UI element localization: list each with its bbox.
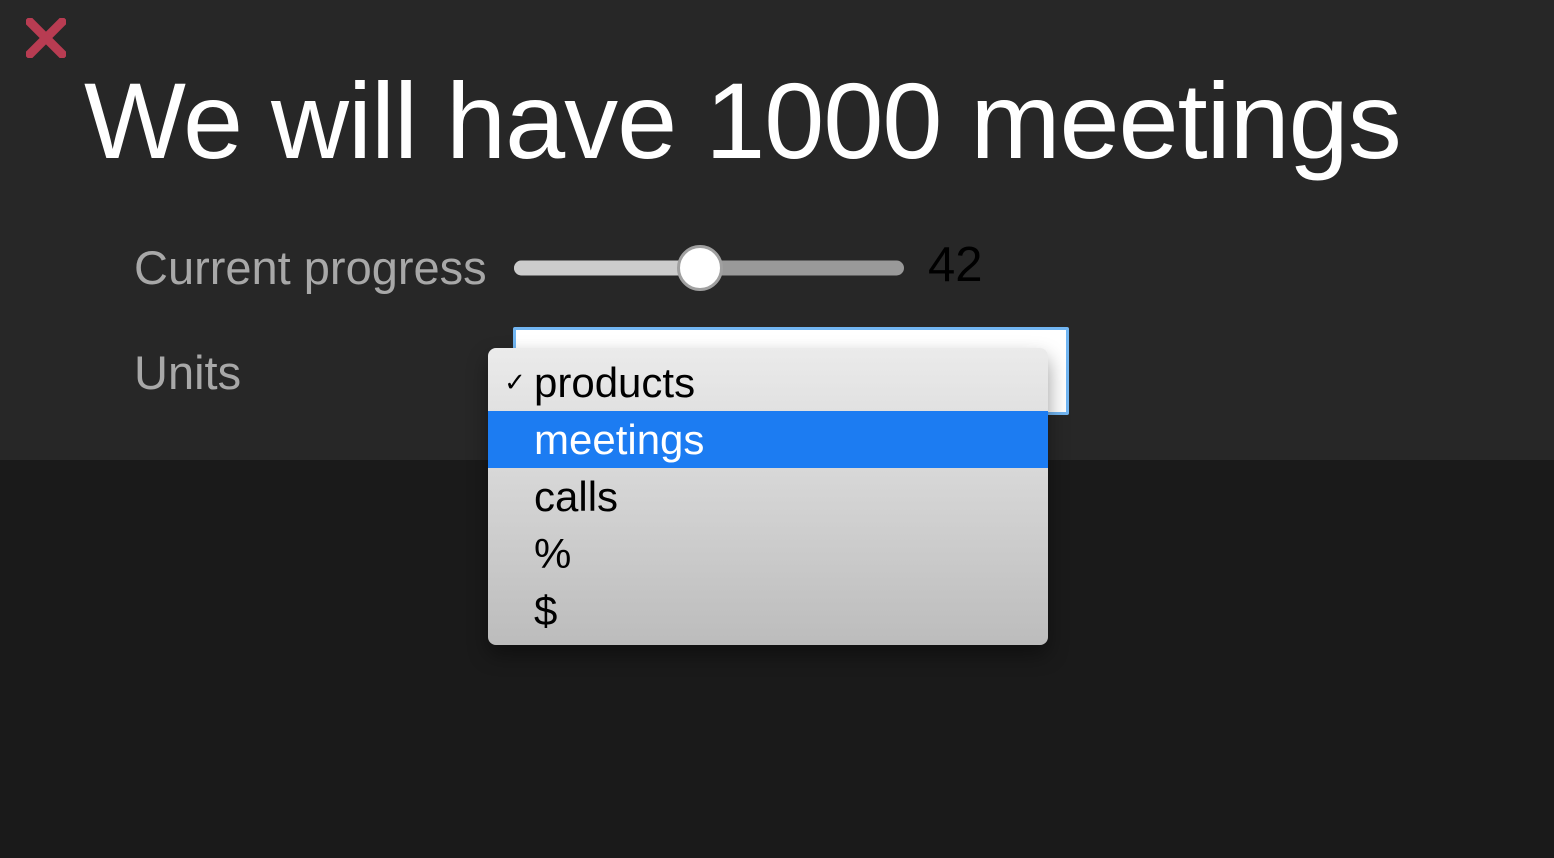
- dropdown-option-products[interactable]: ✓ products: [488, 354, 1048, 411]
- units-dropdown[interactable]: ✓ products meetings calls % $: [488, 348, 1048, 645]
- page-title: We will have 1000 meetings: [84, 58, 1401, 183]
- slider-thumb[interactable]: [677, 245, 723, 291]
- units-label: Units: [134, 345, 514, 400]
- units-row: Units: [134, 345, 514, 400]
- dropdown-option-label: products: [534, 359, 695, 406]
- dropdown-option-meetings[interactable]: meetings: [488, 411, 1048, 468]
- progress-slider[interactable]: [514, 243, 904, 293]
- close-icon[interactable]: [26, 18, 66, 58]
- progress-label: Current progress: [134, 240, 514, 295]
- progress-value: 42: [928, 240, 983, 290]
- dropdown-option-label: %: [534, 530, 571, 577]
- dropdown-option-label: meetings: [534, 416, 704, 463]
- dropdown-option-label: $: [534, 587, 557, 634]
- dropdown-option-label: calls: [534, 473, 618, 520]
- check-icon: ✓: [500, 354, 530, 411]
- dropdown-option-percent[interactable]: %: [488, 525, 1048, 582]
- dropdown-option-dollar[interactable]: $: [488, 582, 1048, 639]
- progress-row: Current progress: [134, 240, 904, 295]
- slider-fill: [514, 260, 700, 275]
- dropdown-option-calls[interactable]: calls: [488, 468, 1048, 525]
